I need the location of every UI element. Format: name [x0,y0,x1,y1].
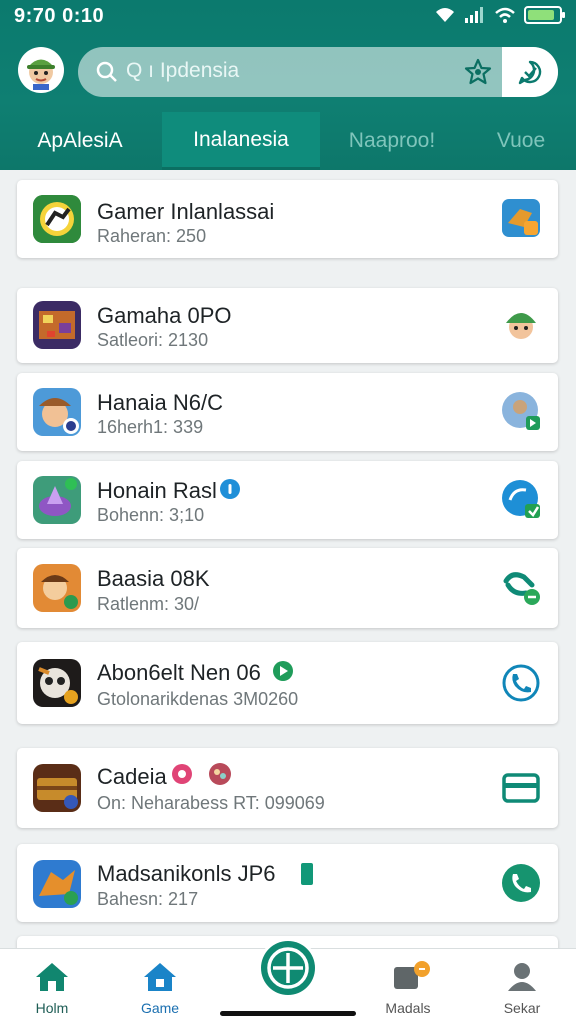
card-icon[interactable] [500,767,542,809]
app-title: Gamer Inlanlassai [97,199,275,224]
phone-icon[interactable] [500,862,542,904]
sticker-badge-icon [209,763,231,785]
add-circle-icon [261,941,315,995]
animal-game-icon [33,659,81,707]
list-item[interactable]: Hanaia N6/C 16herh1: 339 [17,373,558,451]
app-subtitle: 16herh1: 339 [97,417,204,437]
list-item[interactable]: Honain Rasl Bohenn: 3;10 [17,461,558,539]
battery-icon [524,6,565,24]
search-icon [96,61,117,82]
adventure-game-icon [33,564,81,612]
user-avatar[interactable] [18,47,64,93]
app-shortcut-icon[interactable] [500,197,542,239]
pixel-game-icon [33,301,81,349]
link-icon[interactable] [500,567,542,609]
app-title: Madsanikonls JP6 [97,861,276,886]
nav-label: Game [140,1000,180,1016]
app-title: Baasia 08K [97,566,210,591]
nav-label: Holm [35,1000,69,1016]
app-title: Cadeia [97,764,167,789]
tab-naaproo[interactable]: Naaproo! [322,112,462,170]
nav-label: Madals [385,1000,431,1016]
tab-label: Inalanesia [193,127,289,151]
app-title: Abon6elt Nen 06 [97,660,261,685]
home-icon [36,963,68,991]
app-subtitle: Raheran: 250 [97,226,207,246]
character-icon[interactable] [500,303,542,345]
tab-apalesia[interactable]: ApAlesiA [0,112,160,170]
nav-game[interactable]: Game [120,961,200,1016]
wifi-outline-icon [495,7,515,23]
nav-medals[interactable]: Madals [368,961,448,1016]
signal-icon [465,7,483,23]
chat-bubble-icon [518,60,542,85]
list-item[interactable]: Cadeia On: Neharabess RT: 099069 [17,748,558,828]
list-item[interactable]: Gamer Inlanlassai Raheran: 250 [17,180,558,258]
crystal-game-icon [33,476,81,524]
tab-label: Naaproo! [348,129,436,152]
avatar-badge-icon[interactable] [500,390,542,432]
app-header: 9:70 0:10 Q ı Ipdensia ApAlesiA Inalanes… [0,0,576,170]
tag-badge-icon [301,863,313,885]
app-subtitle: Bahesn: 217 [97,889,199,909]
wifi-icon [436,8,454,22]
share-badge-icon[interactable] [500,478,542,520]
tab-vuoe[interactable]: Vuoe [466,112,576,170]
list-item[interactable]: Baasia 08K Ratlenm: 30/ [17,548,558,628]
app-title: Honain Rasl [97,478,217,503]
avatar-character-icon [27,59,55,90]
ball-game-icon [33,195,81,243]
treasure-game-icon [33,764,81,812]
status-time: 9:70 0:10 [14,5,105,27]
tab-inalanesia[interactable]: Inalanesia [162,112,320,170]
app-title: Gamaha 0PO [97,303,232,328]
add-button[interactable] [258,938,318,998]
home-indicator [220,1011,356,1016]
play-badge-icon [273,661,293,681]
chat-button[interactable] [502,47,558,97]
list-item[interactable]: Madsanikonls JP6 Bahesn: 217 [17,844,558,922]
tab-label: ApAlesiA [37,129,123,152]
info-badge-icon [220,479,240,499]
tab-bar: ApAlesiA Inalanesia Naaproo! Vuoe [0,112,576,170]
tab-label: Vuoe [496,129,546,152]
app-subtitle: On: Neharabess RT: 099069 [97,793,325,813]
nav-profile[interactable]: Sekar [482,961,562,1016]
heart-badge-icon [172,764,192,784]
phone-icon[interactable] [500,662,542,704]
list-item[interactable]: Abon6elt Nen 06 Gtolonarikdenas 3M0260 [17,642,558,724]
app-subtitle: Bohenn: 3;10 [97,505,205,525]
nav-label: Sekar [503,1000,541,1016]
medals-icon [394,961,430,989]
nav-home[interactable]: Holm [12,961,92,1016]
status-bar: 9:70 0:10 [0,0,576,32]
cowboy-game-icon [33,388,81,436]
star-badge-icon[interactable] [464,58,492,86]
app-subtitle: Ratlenm: 30/ [97,594,200,614]
search-bar[interactable]: Q ı Ipdensia [78,47,558,97]
search-input[interactable]: Q ı Ipdensia [126,59,239,83]
dragon-game-icon [33,860,81,908]
list-item[interactable]: Gamaha 0PO Satleori: 2130 [17,288,558,363]
app-subtitle: Gtolonarikdenas 3M0260 [97,689,299,709]
profile-icon [508,963,536,991]
app-title: Hanaia N6/C [97,390,223,415]
game-icon [144,963,176,991]
app-subtitle: Satleori: 2130 [97,330,209,350]
